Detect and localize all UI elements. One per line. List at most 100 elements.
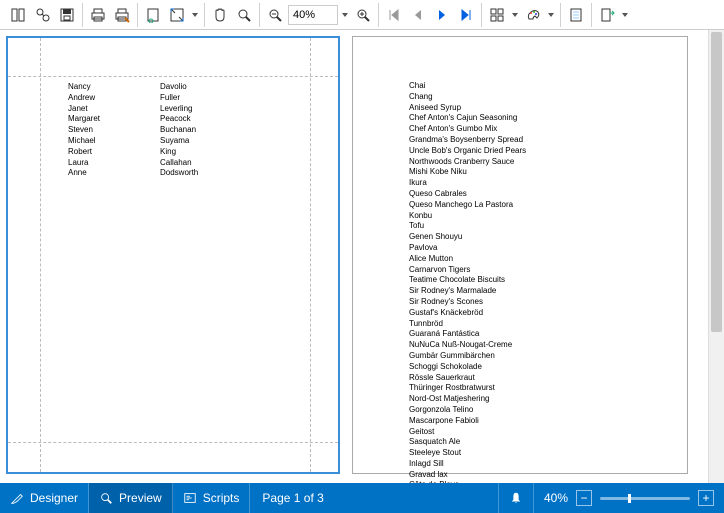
list-item: Nancy: [68, 82, 100, 93]
list-item: Sasquatch Ale: [409, 437, 526, 448]
list-item: Sir Rodney's Marmalade: [409, 286, 526, 297]
multipage-dropdown[interactable]: [510, 4, 520, 26]
tab-scripts-label: Scripts: [203, 491, 240, 505]
list-item: Buchanan: [160, 125, 198, 136]
export-button[interactable]: [596, 4, 618, 26]
list-item: Northwoods Cranberry Sauce: [409, 157, 526, 168]
list-item: Andrew: [68, 93, 100, 104]
vertical-scrollbar[interactable]: [708, 30, 724, 483]
find-button[interactable]: [32, 4, 54, 26]
bell-icon: [509, 491, 523, 505]
list-item: Dodsworth: [160, 168, 198, 179]
designer-icon: [10, 491, 24, 505]
toolbar: [0, 0, 724, 30]
zoom-in-status-button[interactable]: +: [698, 490, 714, 506]
color-button[interactable]: [522, 4, 544, 26]
list-item: Queso Manchego La Pastora: [409, 200, 526, 211]
list-item: NuNuCa Nuß-Nougat-Creme: [409, 340, 526, 351]
tab-scripts[interactable]: Scripts: [173, 483, 251, 513]
list-item: Chai: [409, 81, 526, 92]
last-name-column: DavolioFullerLeverlingPeacockBuchananSuy…: [160, 82, 198, 179]
list-item: Geitost: [409, 427, 526, 438]
list-item: Chef Anton's Gumbo Mix: [409, 124, 526, 135]
list-item: Rössle Sauerkraut: [409, 373, 526, 384]
list-item: Queso Cabrales: [409, 189, 526, 200]
zoom-slider[interactable]: [600, 497, 690, 500]
list-item: Anne: [68, 168, 100, 179]
scale-dropdown[interactable]: [190, 4, 200, 26]
zoom-input[interactable]: [288, 5, 338, 25]
list-item: Fuller: [160, 93, 198, 104]
preview-viewport[interactable]: NancyAndrewJanetMargaretStevenMichaelRob…: [0, 30, 724, 483]
zoom-controls: 40% − +: [534, 483, 724, 513]
zoom-label: 40%: [544, 491, 568, 505]
list-item: Thüringer Rostbratwurst: [409, 383, 526, 394]
quick-print-button[interactable]: [111, 4, 133, 26]
list-item: Côte de Blaye: [409, 480, 526, 483]
list-item: Steven: [68, 125, 100, 136]
page-info: Page 1 of 3: [250, 483, 335, 513]
list-item: Teatime Chocolate Biscuits: [409, 275, 526, 286]
list-item: Mascarpone Fabioli: [409, 416, 526, 427]
preview-icon: [99, 491, 113, 505]
tab-designer-label: Designer: [30, 491, 78, 505]
tab-preview[interactable]: Preview: [89, 483, 173, 513]
save-button[interactable]: [56, 4, 78, 26]
list-item: Pavlova: [409, 243, 526, 254]
status-bar: Designer Preview Scripts Page 1 of 3 40%…: [0, 483, 724, 513]
scripts-icon: [183, 491, 197, 505]
tab-designer[interactable]: Designer: [0, 483, 89, 513]
list-item: Callahan: [160, 158, 198, 169]
zoom-dropdown[interactable]: [340, 4, 350, 26]
list-item: Carnarvon Tigers: [409, 265, 526, 276]
print-button[interactable]: [87, 4, 109, 26]
list-item: Chang: [409, 92, 526, 103]
first-page-button[interactable]: [383, 4, 405, 26]
zoom-out-status-button[interactable]: −: [576, 490, 592, 506]
color-dropdown[interactable]: [546, 4, 556, 26]
notifications-button[interactable]: [498, 483, 534, 513]
list-item: Suyama: [160, 136, 198, 147]
list-item: Laura: [68, 158, 100, 169]
list-item: Inlagd Sill: [409, 459, 526, 470]
magnifier-button[interactable]: [233, 4, 255, 26]
multipage-button[interactable]: [486, 4, 508, 26]
page-1[interactable]: NancyAndrewJanetMargaretStevenMichaelRob…: [6, 36, 340, 474]
prev-page-button[interactable]: [407, 4, 429, 26]
scale-button[interactable]: [166, 4, 188, 26]
list-item: Chef Anton's Cajun Seasoning: [409, 113, 526, 124]
list-item: Grandma's Boysenberry Spread: [409, 135, 526, 146]
zoom-in-button[interactable]: [352, 4, 374, 26]
list-item: Konbu: [409, 211, 526, 222]
list-item: Guaraná Fantástica: [409, 329, 526, 340]
list-item: Aniseed Syrup: [409, 103, 526, 114]
list-item: Tofu: [409, 221, 526, 232]
list-item: Nord-Ost Matjeshering: [409, 394, 526, 405]
list-item: Gorgonzola Telino: [409, 405, 526, 416]
zoom-slider-thumb[interactable]: [628, 494, 631, 503]
hand-tool-button[interactable]: [209, 4, 231, 26]
page-setup-button[interactable]: [142, 4, 164, 26]
list-item: Janet: [68, 104, 100, 115]
list-item: Davolio: [160, 82, 198, 93]
list-item: Peacock: [160, 114, 198, 125]
list-item: Genen Shouyu: [409, 232, 526, 243]
list-item: Gravad lax: [409, 470, 526, 481]
watermark-button[interactable]: [565, 4, 587, 26]
toggle-docmap-button[interactable]: [8, 4, 30, 26]
export-dropdown[interactable]: [620, 4, 630, 26]
list-item: Schoggi Schokolade: [409, 362, 526, 373]
list-item: Margaret: [68, 114, 100, 125]
scrollbar-thumb[interactable]: [711, 32, 722, 332]
next-page-button[interactable]: [431, 4, 453, 26]
list-item: Gumbär Gummibärchen: [409, 351, 526, 362]
tab-preview-label: Preview: [119, 491, 162, 505]
list-item: Uncle Bob's Organic Dried Pears: [409, 146, 526, 157]
list-item: Michael: [68, 136, 100, 147]
zoom-out-button[interactable]: [264, 4, 286, 26]
list-item: Robert: [68, 147, 100, 158]
last-page-button[interactable]: [455, 4, 477, 26]
page-2[interactable]: ChaiChangAniseed SyrupChef Anton's Cajun…: [352, 36, 688, 474]
list-item: Gustaf's Knäckebröd: [409, 308, 526, 319]
list-item: Mishi Kobe Niku: [409, 167, 526, 178]
